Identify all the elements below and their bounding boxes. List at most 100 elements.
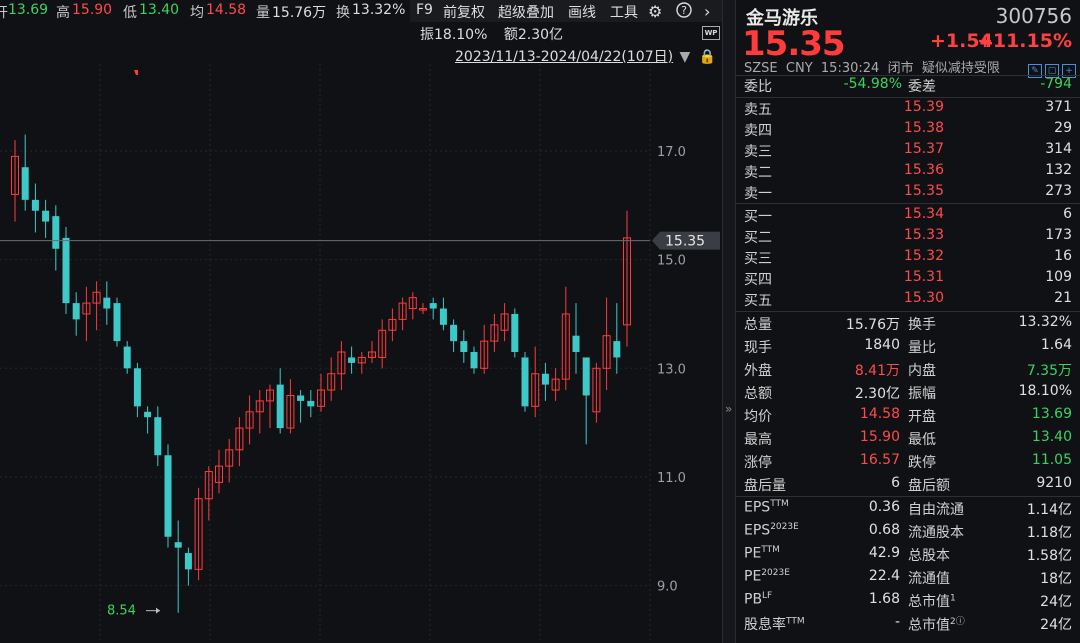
ratio-value: -54.98% [843,76,902,92]
stat-row: 涨停 16.57 跌停 11.05 [736,452,1080,472]
metric-suffix: TTM [770,499,789,509]
candle-body [62,237,70,304]
fundamental-row: PBLF 1.68 总市值1 24亿 [736,591,1080,611]
stat-value: 13.69 [1031,406,1072,422]
fundamental-row: EPS2023E 0.68 流通股本 1.18亿 [736,522,1080,542]
ask-label: 卖三 [744,144,772,160]
metric-label: 自由流通 [908,502,964,518]
candle-body [613,341,621,358]
bid-price: 15.31 [903,269,944,285]
bid-row[interactable]: 买四 15.31 109 [736,269,1080,289]
candle-body [72,303,80,320]
bid-volume: 109 [1045,269,1072,285]
stat-label: 涨停 [744,455,772,471]
market: SZSE [744,61,778,76]
ask-row[interactable]: 卖二 15.36 132 [736,162,1080,182]
stat-row: 总量 15.76万 换手 13.32% [736,314,1080,334]
market-status: 闭市 [887,61,914,76]
bid-row[interactable]: 买一 15.34 6 [736,206,1080,226]
ask-price: 15.38 [903,120,944,136]
ask-volume: 132 [1045,162,1072,178]
bid-volume: 21 [1054,290,1072,306]
metric-value: 1.18亿 [1026,525,1072,541]
candle-body [511,313,519,352]
metric-value: - [894,614,900,630]
bid-price: 15.33 [903,227,944,243]
ask-label: 卖五 [744,102,772,118]
stock-code: 300756 [995,4,1072,28]
stat-label: 现手 [744,340,772,356]
bid-row[interactable]: 买五 15.30 21 [736,290,1080,310]
bid-label: 买一 [744,209,772,225]
fundamental-row: PE2023E 22.4 流通值 18亿 [736,568,1080,588]
bid-row[interactable]: 买三 15.32 16 [736,248,1080,268]
stat-value: 7.35万 [1026,363,1072,379]
metric-label: 流通值 [908,571,950,587]
divider-line [736,203,1080,204]
bid-row[interactable]: 买二 15.33 173 [736,227,1080,247]
stat-label: 均价 [744,409,772,425]
metric-label: 股息率TTM [744,616,805,633]
candle-body [460,341,468,352]
stat-row: 最高 15.90 最低 13.40 [736,429,1080,449]
metric-value: 1.58亿 [1026,548,1072,564]
stat-value: 13.32% [1018,314,1072,330]
stat-value: 18.10% [1018,383,1072,399]
candle-body [42,210,50,222]
stat-label: 盘后量 [744,478,786,494]
metric-value: 22.4 [868,568,900,584]
collapse-arrow-icon[interactable]: » [725,402,732,416]
stat-value: 9210 [1036,475,1072,491]
candle-body [31,199,39,211]
candle-body [582,357,590,396]
ask-row[interactable]: 卖一 15.35 273 [736,183,1080,203]
bid-price: 15.30 [903,290,944,306]
metric-label: 总市值1 [908,593,956,610]
candle-body [103,297,111,309]
panel-collapse-divider[interactable]: » [722,0,736,643]
candle-body [113,303,121,342]
divider-line [736,97,1080,98]
candle-body [429,303,437,309]
bid-label: 买五 [744,293,772,309]
bid-label: 买四 [744,272,772,288]
y-tick-label: 17.0 [657,145,686,160]
ask-price: 15.37 [903,141,944,157]
y-tick-label: 13.0 [657,362,686,377]
metric-value: 1.68 [868,591,900,607]
stat-label: 总额 [744,386,772,402]
ask-row[interactable]: 卖四 15.38 29 [736,120,1080,140]
candlestick-chart[interactable]: 17.0 15.0 13.0 11.0 9.0 15.35 8.54 [0,0,722,643]
metric-label: 总股本 [908,548,950,564]
min-price-arrowhead [156,607,160,614]
candle-body [21,167,29,200]
ask-label: 卖一 [744,186,772,202]
metric-label: EPS2023E [744,522,799,539]
stat-value: 1.64 [1040,337,1072,353]
candle-body [541,373,549,385]
metric-suffix: LF [762,591,773,601]
y-tick-label: 11.0 [657,471,686,486]
diff-label: 委差 [908,79,936,95]
fundamental-row: PETTM 42.9 总股本 1.58亿 [736,545,1080,565]
candle-body [52,216,60,249]
ratio-label: 委比 [744,79,772,95]
stat-label: 盘后额 [908,478,950,494]
metric-label: 总市值2ⓘ [908,617,965,634]
y-tick-label: 9.0 [657,580,678,595]
stat-label: 振幅 [908,386,936,402]
stat-value: 15.90 [859,429,900,445]
candle-body [123,346,131,369]
order-ratio-row: 委比 -54.98% 委差 -794 [736,76,1080,96]
ask-row[interactable]: 卖三 15.37 314 [736,141,1080,161]
metric-suffix: 2023E [761,568,790,578]
metric-value: 1.14亿 [1026,502,1072,518]
candle-body [439,308,447,325]
stat-value: 6 [891,475,900,491]
risk-tag[interactable]: 疑似减持受限 [922,61,1000,76]
stat-value: 15.76万 [845,317,900,333]
ask-volume: 314 [1045,141,1072,157]
metric-value: 42.9 [868,545,900,561]
kline-panel[interactable]: 开 13.69 高 15.90 低 13.40 均 14.58 量 15.76万… [0,0,722,643]
ask-row[interactable]: 卖五 15.39 371 [736,99,1080,119]
